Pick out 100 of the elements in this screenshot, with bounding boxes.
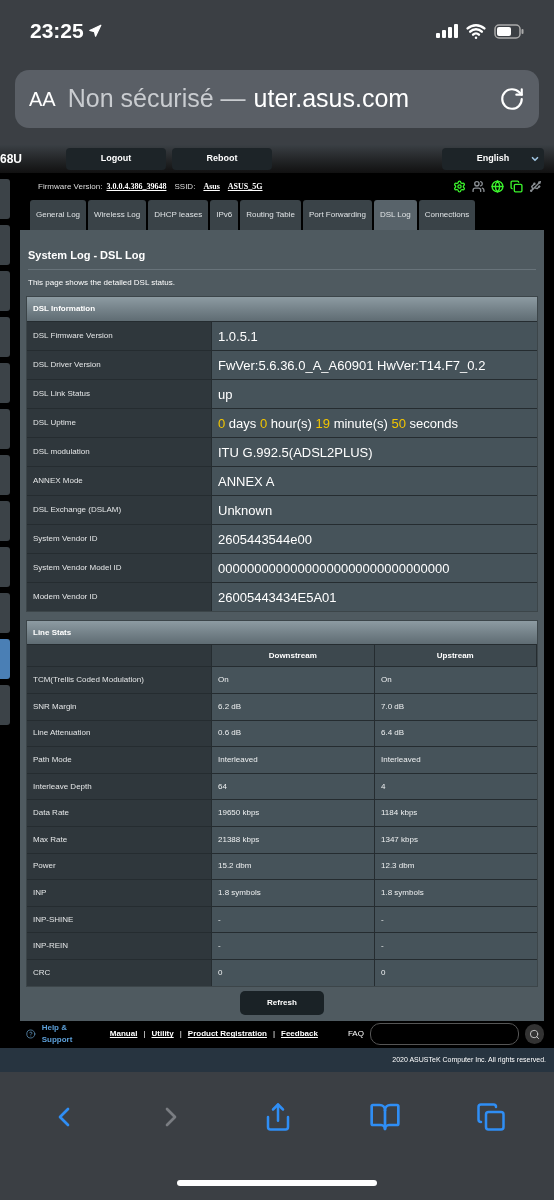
value-text: 26005443434E5A01 <box>218 588 337 607</box>
table-cell: - <box>375 906 537 933</box>
model-name: 68U <box>0 151 23 168</box>
log-tab[interactable]: Routing Table <box>240 200 301 231</box>
row-label: Interleave Depth <box>27 773 212 800</box>
people-icon[interactable] <box>472 180 485 194</box>
log-tab[interactable]: DSL Log <box>373 200 417 231</box>
table-cell: On <box>375 667 537 694</box>
wifi-icon <box>466 21 486 41</box>
log-tab[interactable]: Port Forwarding <box>302 200 372 231</box>
security-label: Non sécurisé — <box>67 83 246 115</box>
row-label: DSL Firmware Version <box>27 322 212 351</box>
section-header: DSL Information <box>27 297 537 322</box>
row-label: Data Rate <box>27 800 212 826</box>
search-icon <box>528 1028 540 1040</box>
table-cell: 1347 kbps <box>375 827 537 853</box>
value-text: 00000000000000000000000000000000 <box>218 559 450 578</box>
help-support-label: Help & Support <box>41 1022 74 1047</box>
reload-icon[interactable] <box>499 86 525 112</box>
separator-text: | <box>179 1028 182 1041</box>
row-label: Modem Vendor ID <box>27 583 212 612</box>
row-label: ANNEX Mode <box>27 467 212 496</box>
signal-icon <box>436 24 458 38</box>
tabs-icon[interactable] <box>476 1102 507 1132</box>
header-button[interactable]: Reboot <box>172 148 272 170</box>
refresh-button[interactable]: Refresh <box>240 990 324 1015</box>
monitor-icon[interactable] <box>510 180 523 194</box>
table-cell: Interleaved <box>375 747 537 773</box>
table-cell: 4 <box>375 773 537 800</box>
row-label: INP <box>27 880 212 906</box>
row-label: INP-SHINE <box>27 906 212 933</box>
table-cell: Interleaved <box>212 747 375 773</box>
value-text: ANNEX A <box>218 472 275 491</box>
footer-link[interactable]: Feedback <box>281 1028 318 1041</box>
value-text: FwVer:5.6.36.0_A_A60901 HwVer:T14.F7_0.2 <box>218 356 486 375</box>
log-tab[interactable]: Connections <box>418 200 476 231</box>
faq-search-field[interactable] <box>369 1023 519 1046</box>
column-header: Upstream <box>374 645 537 667</box>
row-label: DSL Uptime <box>27 409 212 438</box>
text-size-button[interactable]: AA <box>29 84 56 114</box>
log-tab[interactable]: IPv6 <box>210 200 239 231</box>
row-label: TCM(Trellis Coded Modulation) <box>27 667 212 694</box>
usb-icon[interactable] <box>529 180 542 194</box>
footer-link[interactable]: Product Registration <box>187 1028 267 1041</box>
ssid-link[interactable]: ASUS_5G <box>227 180 263 193</box>
language-dropdown[interactable]: English <box>442 148 544 170</box>
table-cell: 1.8 symbols <box>375 880 537 906</box>
section-header: Line Stats <box>27 621 537 645</box>
row-label: Path Mode <box>27 747 212 773</box>
log-tab[interactable]: General Log <box>30 200 87 231</box>
row-label: DSL Driver Version <box>27 351 212 380</box>
table-cell: - <box>212 933 375 959</box>
log-tab[interactable]: Wireless Log <box>88 200 147 231</box>
table-cell: 6.4 dB <box>375 720 537 747</box>
row-label: System Vendor Model ID <box>27 554 212 583</box>
row-label: Max Rate <box>27 827 212 853</box>
column-header: Downstream <box>212 645 375 667</box>
header-button[interactable]: Logout <box>66 148 166 170</box>
book-icon[interactable] <box>368 1101 401 1133</box>
table-cell: 6.2 dB <box>212 694 375 720</box>
table-cell: 0 <box>212 959 375 986</box>
footer-link[interactable]: Utility <box>151 1028 174 1041</box>
value-text: 2605443544e00 <box>218 530 312 549</box>
ssid-link[interactable]: Asus <box>203 180 220 193</box>
search-button[interactable] <box>524 1024 544 1045</box>
table-cell: On <box>212 667 375 694</box>
table-cell: 1.8 symbols <box>212 880 375 906</box>
address-bar[interactable]: AA Non sécurisé — uter.asus.com <box>15 70 539 128</box>
clock-time: 23:25 <box>30 18 84 45</box>
help-icon <box>26 1029 36 1040</box>
page-title: System Log - DSL Log <box>28 247 146 263</box>
value-text: 1.0.5.1 <box>218 327 258 346</box>
row-label: CRC <box>27 959 212 986</box>
table-cell: 1184 kbps <box>375 800 537 826</box>
table-cell: 15.2 dbm <box>212 853 375 880</box>
value-text: up <box>218 385 233 404</box>
row-label: DSL modulation <box>27 438 212 467</box>
row-label: INP-REIN <box>27 933 212 959</box>
firmware-label: Firmware Version: <box>38 180 103 193</box>
row-label: System Vendor ID <box>27 525 212 554</box>
table-cell: 7.0 dB <box>375 694 537 720</box>
row-label: Power <box>27 853 212 880</box>
value-text: Unknown <box>218 501 273 520</box>
row-label: SNR Margin <box>27 694 212 720</box>
faq-label: FAQ <box>347 1028 364 1041</box>
row-label: DSL Exchange (DSLAM) <box>27 496 212 525</box>
row-label: Line Attenuation <box>27 720 212 747</box>
log-tab[interactable]: DHCP leases <box>148 200 209 231</box>
gear-icon[interactable] <box>453 180 466 194</box>
caret-icon <box>530 154 540 164</box>
separator-text: | <box>272 1028 275 1041</box>
page-description: This page shows the detailed DSL status. <box>28 277 175 290</box>
table-cell: 64 <box>212 773 375 800</box>
battery-icon <box>494 23 524 39</box>
table-cell: 19650 kbps <box>212 800 375 826</box>
table-cell: 0.6 dB <box>212 720 375 747</box>
firmware-link[interactable]: 3.0.0.4.386_39648 <box>106 180 167 193</box>
globe-icon[interactable] <box>491 180 504 194</box>
value-text: ITU G.992.5(ADSL2PLUS) <box>218 443 373 462</box>
footer-link[interactable]: Manual <box>109 1028 138 1041</box>
